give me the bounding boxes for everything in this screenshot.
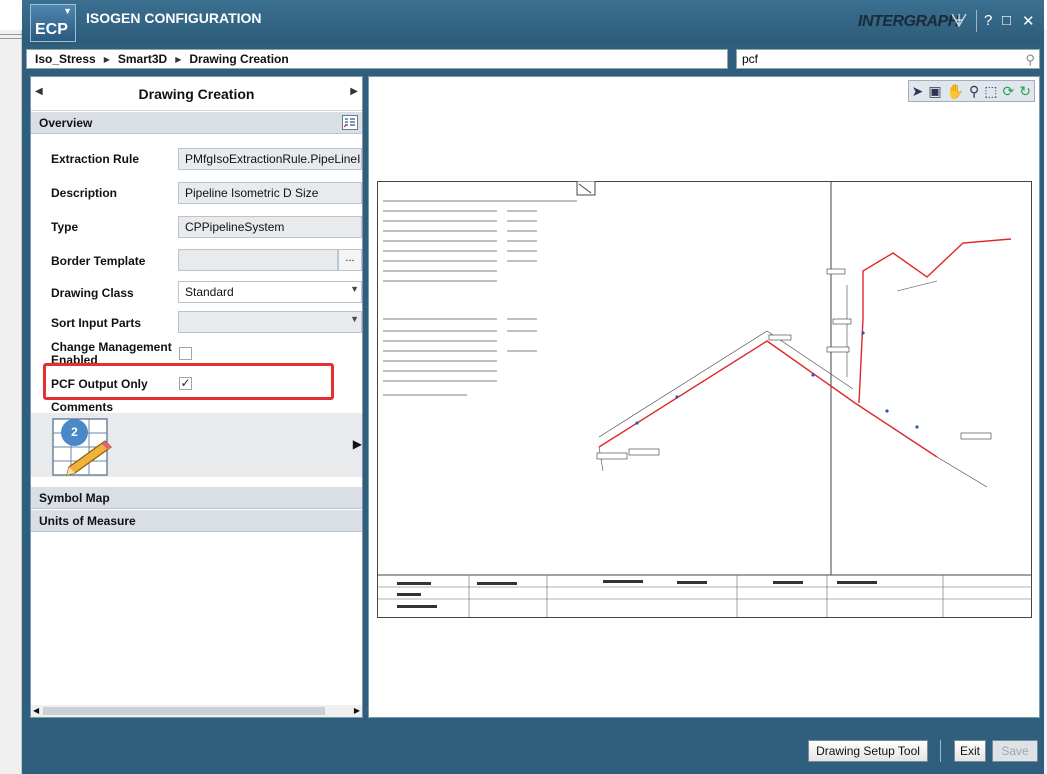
properties-panel: ◀ Drawing Creation ▶ Overview Extraction…	[30, 76, 363, 718]
isogen-window: ECP ▼ ISOGEN CONFIGURATION INTERGRAPH ? …	[22, 0, 1044, 774]
breadcrumb-item-iso-stress[interactable]: Iso_Stress	[27, 52, 104, 66]
sort-input-parts-label: Sort Input Parts	[51, 316, 142, 330]
footer-divider	[940, 740, 941, 762]
pointer-icon[interactable]: ➤	[912, 83, 924, 100]
desktop-background-left	[0, 30, 22, 774]
change-management-label: Change Management Enabled	[51, 341, 172, 365]
breadcrumb-item-smart3d[interactable]: Smart3D	[110, 52, 175, 66]
viewer-toolbar: ➤ ▣ ✋ ⚲ ⬚ ⟳ ↻	[907, 80, 1035, 102]
search-input[interactable]	[737, 50, 1007, 68]
comments-count-badge: 2	[61, 419, 88, 446]
drawing-preview-viewer: ➤ ▣ ✋ ⚲ ⬚ ⟳ ↻	[368, 76, 1040, 718]
scroll-left-icon[interactable]: ◀	[33, 706, 39, 715]
brand-emblem-icon	[951, 13, 967, 28]
type-field[interactable]: CPPipelineSystem	[178, 216, 362, 238]
expand-arrow-icon[interactable]: ▶	[353, 437, 362, 451]
section-symbol-map-label: Symbol Map	[39, 491, 110, 505]
change-management-checkbox[interactable]	[179, 347, 192, 360]
app-logo-text: ECP	[35, 21, 68, 38]
chevron-down-icon: ▼	[350, 284, 359, 294]
drawing-class-select[interactable]: Standard ▼	[178, 281, 362, 303]
save-button[interactable]: Save	[992, 740, 1038, 762]
border-template-browse-button[interactable]: ...	[338, 249, 362, 271]
extraction-rule-label: Extraction Rule	[51, 152, 140, 166]
help-icon[interactable]: ?	[984, 12, 992, 29]
close-icon[interactable]: ✕	[1022, 12, 1035, 30]
border-template-field[interactable]	[178, 249, 338, 271]
comments-area: 2 ▶	[31, 413, 362, 477]
app-title: ISOGEN CONFIGURATION	[86, 10, 262, 26]
highlight-annotation	[43, 363, 334, 400]
chevron-down-icon: ▼	[350, 314, 359, 324]
type-label: Type	[51, 220, 79, 234]
comments-label: Comments	[51, 400, 114, 414]
fit-icon[interactable]: ▣	[928, 83, 941, 100]
section-overview-label: Overview	[39, 116, 93, 130]
section-symbol-map[interactable]: Symbol Map	[31, 487, 362, 509]
extraction-rule-field[interactable]: PMfgIsoExtractionRule.PipeLineIso	[178, 148, 362, 170]
zoom-window-icon[interactable]: ⬚	[984, 83, 997, 100]
border-template-label: Border Template	[51, 254, 146, 268]
scrollbar-thumb[interactable]	[43, 707, 325, 715]
isometric-drawing-preview	[377, 181, 1032, 618]
panel-title: Drawing Creation	[138, 86, 255, 102]
categorized-view-icon[interactable]	[342, 115, 358, 130]
description-field[interactable]: Pipeline Isometric D Size	[178, 182, 362, 204]
section-units-of-measure[interactable]: Units of Measure	[31, 510, 362, 532]
search-box: ⚲	[736, 49, 1040, 69]
app-menu-caret-icon: ▼	[63, 6, 72, 16]
horizontal-scrollbar[interactable]: ◀ ▶	[31, 705, 362, 717]
maximize-icon[interactable]: □	[1002, 12, 1011, 29]
zoom-icon[interactable]: ⚲	[969, 83, 979, 100]
refresh-icon[interactable]: ⟳	[1003, 83, 1015, 100]
next-arrow-icon[interactable]: ▶	[350, 86, 358, 97]
section-overview[interactable]: Overview	[31, 112, 362, 134]
description-label: Description	[51, 186, 118, 200]
sort-input-parts-select[interactable]: ▼	[178, 311, 362, 333]
drawing-class-value: Standard	[185, 285, 234, 299]
drawing-setup-tool-button[interactable]: Drawing Setup Tool	[808, 740, 928, 762]
section-units-label: Units of Measure	[39, 514, 136, 528]
search-icon[interactable]: ⚲	[1025, 52, 1035, 68]
breadcrumb-bar: Iso_Stress ▶ Smart3D ▶ Drawing Creation …	[22, 46, 1044, 72]
panel-header: ◀ Drawing Creation ▶	[31, 77, 362, 111]
exit-button[interactable]: Exit	[954, 740, 986, 762]
footer-bar: Drawing Setup Tool Exit Save	[22, 724, 1044, 774]
scroll-right-icon[interactable]: ▶	[354, 706, 360, 715]
pan-icon[interactable]: ✋	[947, 83, 964, 100]
drawing-class-label: Drawing Class	[51, 286, 134, 300]
app-logo[interactable]: ECP ▼	[30, 4, 76, 42]
rotate-icon[interactable]: ↻	[1019, 83, 1031, 100]
breadcrumb-item-drawing-creation[interactable]: Drawing Creation	[181, 52, 296, 66]
breadcrumb: Iso_Stress ▶ Smart3D ▶ Drawing Creation	[26, 49, 728, 69]
title-bar: ECP ▼ ISOGEN CONFIGURATION INTERGRAPH ? …	[22, 0, 1044, 44]
intergraph-logo: INTERGRAPH	[858, 13, 959, 30]
